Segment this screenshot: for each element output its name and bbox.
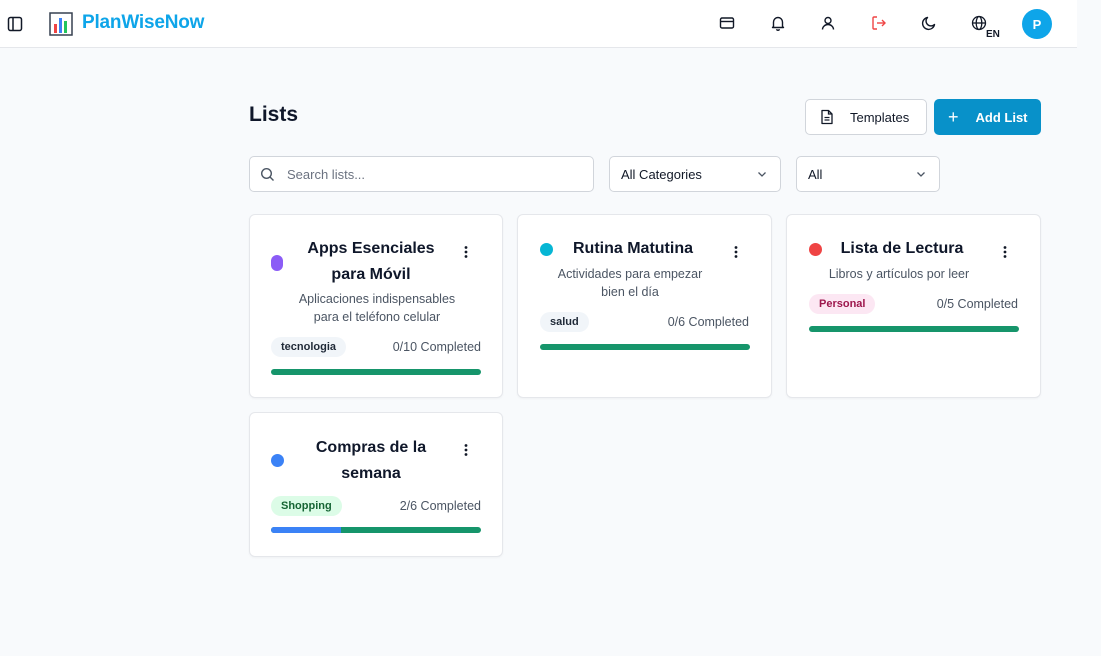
bell-icon[interactable] xyxy=(769,14,787,32)
list-title[interactable]: Apps Esenciales para Móvil xyxy=(294,236,448,288)
list-color-dot xyxy=(809,243,822,256)
credit-card-icon[interactable] xyxy=(718,14,736,32)
completion-count: 0/10 Completed xyxy=(392,340,481,354)
templates-button-label: Templates xyxy=(850,109,910,125)
top-bar: PlanWiseNow EN P xyxy=(0,0,1077,48)
progress-bar xyxy=(271,369,481,375)
list-description-line: Actividades para empezar xyxy=(557,267,703,281)
list-title-line: Compras de la xyxy=(315,439,427,456)
list-title[interactable]: Rutina Matutina xyxy=(558,236,708,262)
list-description: Aplicaciones indispensables para el telé… xyxy=(262,290,492,326)
list-description: Actividades para empezar bien el día xyxy=(530,265,730,301)
category-filter-select[interactable]: All Categories xyxy=(609,156,781,192)
category-tag: salud xyxy=(540,312,589,332)
add-list-button[interactable]: + Add List xyxy=(934,99,1041,135)
page-title: Lists xyxy=(249,103,299,126)
more-options-icon[interactable] xyxy=(458,244,474,260)
chevron-down-icon xyxy=(758,172,766,177)
plus-icon: + xyxy=(948,107,959,127)
add-list-button-label: Add List xyxy=(975,109,1028,125)
list-description-line: Aplicaciones indispensables xyxy=(298,292,456,306)
list-color-dot xyxy=(540,243,553,256)
status-filter-value: All xyxy=(808,166,823,182)
list-description-line: bien el día xyxy=(601,285,659,299)
list-card[interactable]: Compras de la semana Shopping 2/6 Comple… xyxy=(249,412,503,557)
completion-count: 0/6 Completed xyxy=(667,315,749,329)
progress-bar xyxy=(540,344,750,350)
search-icon xyxy=(260,167,274,181)
category-tag: tecnologia xyxy=(271,337,347,357)
category-tag: Shopping xyxy=(271,496,342,516)
sidebar-toggle-icon[interactable] xyxy=(7,16,23,32)
list-description: Libros y artículos por leer xyxy=(799,265,999,283)
list-title-line: Apps Esenciales xyxy=(307,240,435,257)
list-title[interactable]: Lista de Lectura xyxy=(827,236,977,262)
list-card[interactable]: Lista de Lectura Libros y artículos por … xyxy=(786,214,1041,398)
search-box[interactable] xyxy=(249,156,594,192)
search-input[interactable] xyxy=(287,166,577,182)
list-color-dot xyxy=(271,454,284,467)
list-title-line: semana xyxy=(341,465,401,482)
user-icon[interactable] xyxy=(819,14,837,32)
language-label[interactable]: EN xyxy=(986,29,1000,40)
status-filter-select[interactable]: All xyxy=(796,156,940,192)
app-title[interactable]: PlanWiseNow xyxy=(82,12,204,34)
moon-icon[interactable] xyxy=(920,14,938,32)
progress-bar xyxy=(809,326,1019,332)
list-description-line: para el teléfono celular xyxy=(313,310,441,324)
progress-bar xyxy=(271,527,481,533)
list-title[interactable]: Compras de la semana xyxy=(294,435,448,487)
category-filter-value: All Categories xyxy=(621,166,702,182)
list-description-line: Libros y artículos por leer xyxy=(828,267,970,281)
category-tag: Personal xyxy=(809,294,876,314)
completion-count: 2/6 Completed xyxy=(399,499,481,513)
more-options-icon[interactable] xyxy=(728,244,744,260)
more-options-icon[interactable] xyxy=(458,442,474,458)
more-options-icon[interactable] xyxy=(997,244,1013,260)
list-title-line: Lista de Lectura xyxy=(840,240,964,257)
completion-count: 0/5 Completed xyxy=(936,297,1018,311)
list-color-dot xyxy=(271,255,283,271)
avatar[interactable]: P xyxy=(1022,9,1052,39)
progress-fill xyxy=(271,527,341,533)
chevron-down-icon xyxy=(917,172,925,177)
list-title-line: para Móvil xyxy=(331,266,411,283)
list-title-line: Rutina Matutina xyxy=(573,240,693,257)
templates-button[interactable]: Templates xyxy=(805,99,927,135)
bar-chart-logo-icon xyxy=(49,12,73,36)
list-card[interactable]: Rutina Matutina Actividades para empezar… xyxy=(517,214,772,398)
list-card[interactable]: Apps Esenciales para Móvil Aplicaciones … xyxy=(249,214,503,398)
logout-icon[interactable] xyxy=(870,14,888,32)
document-icon xyxy=(821,109,833,125)
